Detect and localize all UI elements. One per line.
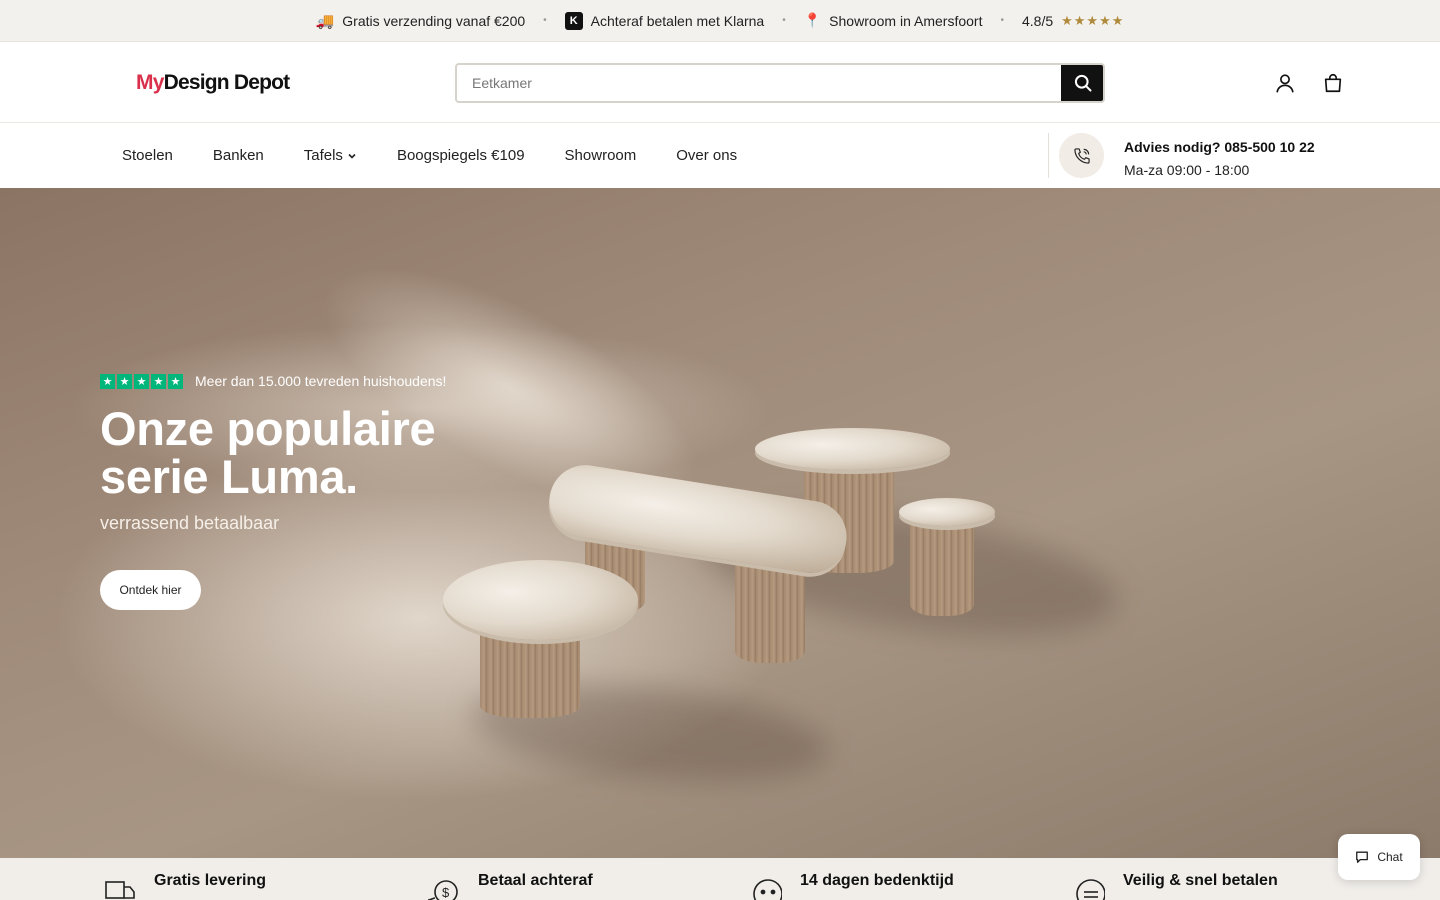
nav-divider <box>1048 133 1049 178</box>
usp-label: 14 dagen bedenktijd <box>800 872 954 889</box>
chevron-down-icon <box>348 153 356 159</box>
account-button[interactable] <box>1273 71 1297 95</box>
separator-dot: • <box>782 15 786 26</box>
nav-item-over-ons[interactable]: Over ons <box>676 147 737 164</box>
hero-title: Onze populaire serie Luma. <box>100 402 436 503</box>
site-header: MyDesign Depot <box>0 43 1440 123</box>
location-pin-icon: 📍 <box>803 12 822 28</box>
shipping-text: Gratis verzending vanaf €200 <box>342 12 526 29</box>
advice-contact: Advies nodig? 085-500 10 22 Ma-za 09:00 … <box>1124 136 1315 182</box>
phone-icon <box>1073 147 1090 164</box>
hero-banner: ★ ★ ★ ★ ★ Meer dan 15.000 tevreden huish… <box>0 188 1440 858</box>
klarna-icon: K <box>564 11 583 30</box>
usp-free-delivery: Gratis levering <box>100 872 266 900</box>
nav-item-showroom[interactable]: Showroom <box>565 147 637 164</box>
shopping-bag-icon <box>1324 74 1342 93</box>
klarna-text: Achteraf betalen met Klarna <box>590 12 765 29</box>
search-button[interactable] <box>1061 65 1103 101</box>
search-bar <box>455 63 1105 103</box>
nav-item-stoelen[interactable]: Stoelen <box>122 147 173 164</box>
smiley-icon <box>746 878 784 900</box>
usp-pay-later: $ Betaal achteraf <box>424 872 593 900</box>
rating-stars-icon: ★★★★★ <box>1061 12 1125 28</box>
rating-text: 4.8/5 <box>1021 12 1054 29</box>
rating-usp: 4.8/5 ★★★★★ <box>1022 13 1124 29</box>
shipping-usp: 🚚 Gratis verzending vanaf €200 <box>316 12 526 30</box>
usp-label: Veilig & snel betalen <box>1123 872 1278 889</box>
user-icon <box>1276 74 1294 93</box>
dollar-coin-icon: $ <box>424 878 462 900</box>
phone-button[interactable] <box>1059 133 1104 178</box>
usp-label: Gratis levering <box>154 872 267 889</box>
nav-item-label: Tafels <box>303 147 343 164</box>
chat-bubble-icon <box>1356 851 1369 863</box>
trust-text: Meer dan 15.000 tevreden huishoudens! <box>195 373 447 389</box>
chat-label: Chat <box>1377 850 1403 864</box>
search-input[interactable] <box>457 65 1061 101</box>
search-icon <box>1074 74 1092 92</box>
nav-item-banken[interactable]: Banken <box>213 147 264 164</box>
announcement-bar: 🚚 Gratis verzending vanaf €200 • K Achte… <box>0 0 1440 42</box>
separator-dot: • <box>1000 15 1004 26</box>
delivery-truck-icon <box>100 878 138 900</box>
showroom-usp: 📍 Showroom in Amersfoort <box>804 12 983 29</box>
showroom-text: Showroom in Amersfoort <box>829 12 983 29</box>
cart-button[interactable] <box>1321 71 1345 95</box>
separator-dot: • <box>543 15 547 26</box>
trustpilot-stars-icon: ★ ★ ★ ★ ★ <box>100 373 183 389</box>
truck-icon: 🚚 <box>315 12 335 30</box>
usp-bar: Gratis levering $ Betaal achteraf 14 dag… <box>0 858 1440 900</box>
hero-content: ★ ★ ★ ★ ★ Meer dan 15.000 tevreden huish… <box>100 373 500 534</box>
usp-secure-payment: Veilig & snel betalen <box>1069 872 1278 900</box>
trustpilot-rating: ★ ★ ★ ★ ★ Meer dan 15.000 tevreden huish… <box>100 373 500 389</box>
opening-hours: Ma-za 09:00 - 18:00 <box>1124 162 1250 178</box>
menu-lines-icon <box>1069 878 1107 900</box>
discover-button[interactable]: Ontdek hier <box>100 570 201 610</box>
advice-title[interactable]: Advies nodig? 085-500 10 22 <box>1124 136 1315 159</box>
chat-button[interactable]: Chat <box>1338 834 1420 880</box>
hero-subtitle: verrassend betaalbaar <box>100 513 280 533</box>
usp-label: Betaal achteraf <box>478 872 593 889</box>
usp-return-period: 14 dagen bedenktijd <box>746 872 954 900</box>
nav-item-tafels[interactable]: Tafels <box>304 147 357 164</box>
main-navigation: Stoelen Banken Tafels Boogspiegels €109 … <box>0 123 1440 188</box>
svg-text:$: $ <box>442 885 450 900</box>
site-logo[interactable]: MyDesign Depot <box>136 71 290 95</box>
klarna-usp: K Achteraf betalen met Klarna <box>564 11 765 30</box>
nav-item-boogspiegels[interactable]: Boogspiegels €109 <box>397 147 525 164</box>
